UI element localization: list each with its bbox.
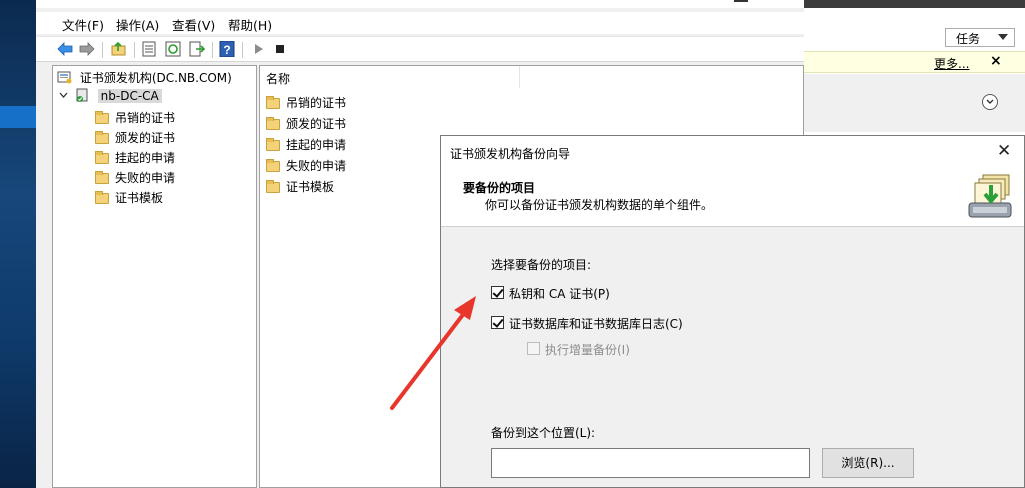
list-item-label: 吊销的证书 [286,96,347,110]
help-icon[interactable]: ? [218,41,236,57]
tree-ca-node[interactable]: nb-DC-CA [59,88,162,106]
tree-pane: 证书颁发机构(DC.NB.COM) nb-DC-CA 吊销的证书 颁发的证书 挂… [52,65,257,488]
tree-item-revoked[interactable]: 吊销的证书 [95,109,175,127]
menu-view[interactable]: 查看(V) [172,15,215,34]
tree-root[interactable]: 证书颁发机构(DC.NB.COM) [57,69,232,87]
list-item[interactable]: 颁发的证书 [266,115,346,133]
list-item-label: 失败的申请 [286,159,347,173]
database-label[interactable]: 证书数据库和证书数据库日志(C) [509,315,683,332]
list-item[interactable]: 吊销的证书 [266,94,346,112]
list-item-label: 证书模板 [286,180,335,194]
folder-icon [95,131,109,144]
play-icon[interactable] [250,41,268,57]
tree-item-label: 吊销的证书 [115,111,176,125]
close-icon[interactable]: × [990,53,1002,69]
column-header-name[interactable]: 名称 [260,66,520,88]
ca-server-icon [76,88,88,102]
tree-item-label: 颁发的证书 [115,131,176,145]
dialog-header: 要备份的项目 你可以备份证书颁发机构数据的单个组件。 [441,167,1024,227]
tasks-label: 任务 [956,32,981,46]
forward-icon[interactable] [78,41,96,57]
tree-root-label: 证书颁发机构(DC.NB.COM) [79,71,232,85]
folder-icon [266,159,280,172]
toolbar: ? [36,36,804,62]
folder-icon [95,111,109,124]
folder-icon [95,171,109,184]
folder-icon [266,180,280,193]
tree-item-failed[interactable]: 失败的申请 [95,169,175,187]
list-item[interactable]: 证书模板 [266,178,334,196]
list-item-label: 颁发的证书 [286,117,347,131]
svg-text:?: ? [223,43,230,57]
tasks-dropdown[interactable]: 任务 [945,28,1015,47]
expand-circle-icon[interactable] [982,94,998,110]
backup-location-input[interactable] [491,448,810,478]
private-key-label[interactable]: 私钥和 CA 证书(P) [509,285,610,302]
more-link[interactable]: 更多... [934,55,969,72]
dialog-title: 证书颁发机构备份向导 [450,147,571,161]
chevron-down-icon [998,34,1008,40]
list-item[interactable]: 挂起的申请 [266,136,346,154]
database-checkbox[interactable] [491,316,504,329]
chevron-down-icon[interactable] [59,91,68,100]
menu-action[interactable]: 操作(A) [116,15,159,34]
tree-item-label: 挂起的申请 [115,151,176,165]
tree-item-issued[interactable]: 颁发的证书 [95,129,175,147]
minimize-icon[interactable] [734,0,748,2]
private-key-checkbox[interactable] [491,286,504,299]
refresh-icon[interactable] [164,41,182,57]
incremental-backup-label: 执行增量备份(I) [545,343,630,357]
tree-item-templates[interactable]: 证书模板 [95,189,163,207]
back-icon[interactable] [56,41,74,57]
menu-help[interactable]: 帮助(H) [228,15,272,34]
list-item-label: 挂起的申请 [286,138,347,152]
header-title: 要备份的项目 [463,181,536,195]
folder-icon [266,138,280,151]
tree-item-label: 失败的申请 [115,171,176,185]
server-manager-titlebar [804,0,1025,8]
properties-icon[interactable] [140,41,158,57]
menu-file[interactable]: 文件(F) [62,15,104,34]
menu-bar: 文件(F) 操作(A) 查看(V) 帮助(H) [36,12,804,34]
up-icon[interactable] [110,41,128,57]
mmc-titlebar [36,0,804,8]
browse-button[interactable]: 浏览(R)... [822,448,914,478]
folder-icon [266,96,280,109]
folder-icon [95,151,109,164]
notification-bar: 更多... × [804,51,1025,73]
header-subtitle: 你可以备份证书颁发机构数据的单个组件。 [485,198,714,212]
certificate-authority-icon [57,71,72,84]
tree-item-pending[interactable]: 挂起的申请 [95,149,175,167]
stop-icon[interactable] [272,41,290,57]
close-icon[interactable]: ✕ [997,141,1011,161]
backup-wizard-dialog: 证书颁发机构备份向导 ✕ 要备份的项目 你可以备份证书颁发机构数据的单个组件。 … [440,135,1025,488]
select-items-label: 选择要备份的项目: [491,258,592,272]
desktop-background [0,0,36,488]
tree-item-label: 证书模板 [115,191,164,205]
desktop-highlight [0,106,36,128]
dialog-titlebar: 证书颁发机构备份向导 ✕ [441,136,1024,167]
folder-icon [95,191,109,204]
tree-ca-label: nb-DC-CA [97,89,162,103]
backup-wizard-icon [968,174,1012,218]
incremental-backup-checkbox [527,342,540,355]
export-icon[interactable] [188,41,206,57]
backup-location-label: 备份到这个位置(L): [491,426,596,440]
folder-icon [266,117,280,130]
list-item[interactable]: 失败的申请 [266,157,346,175]
